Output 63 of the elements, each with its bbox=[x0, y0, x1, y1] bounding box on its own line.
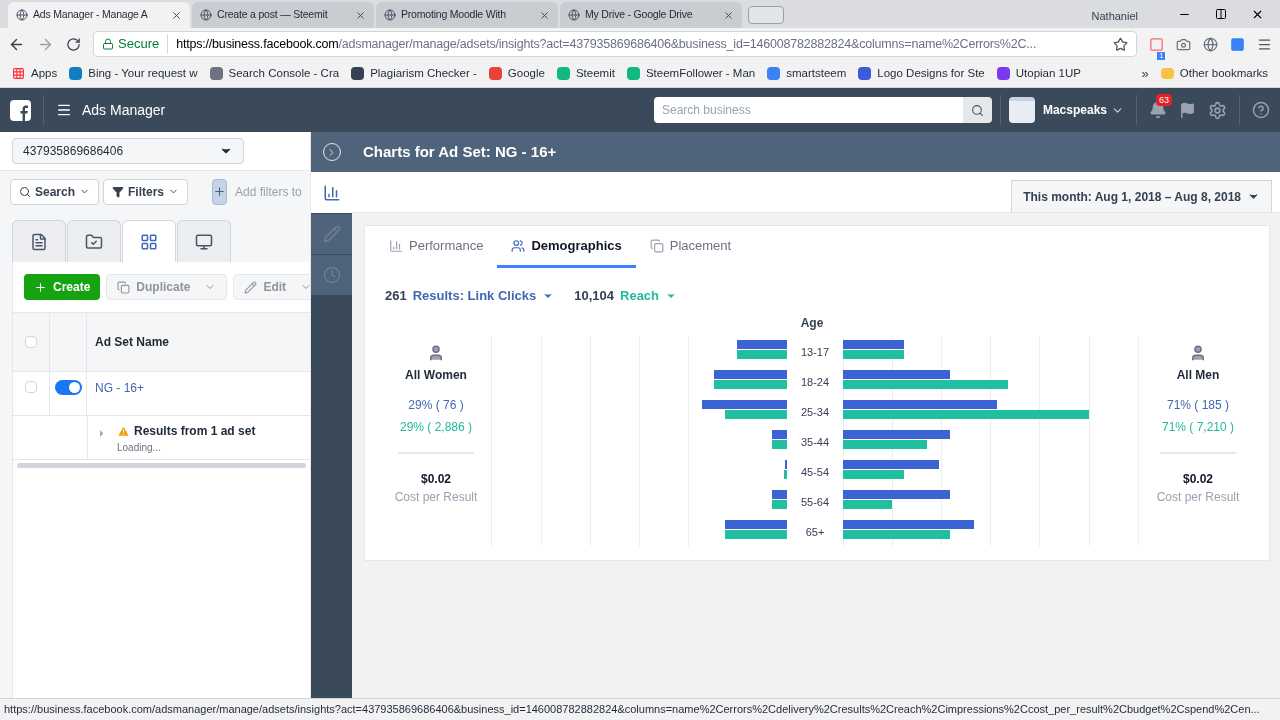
tab-title: Create a post — Steemit bbox=[217, 7, 329, 23]
age-label: 18-24 bbox=[800, 375, 830, 391]
secure-label: Secure bbox=[118, 34, 169, 54]
bookmark[interactable]: Logo Designs for Ste bbox=[858, 64, 985, 83]
age-label: 45-54 bbox=[800, 465, 830, 481]
bookmark[interactable]: Steemit bbox=[556, 64, 615, 83]
bookmark[interactable]: SteemFollower - Man bbox=[626, 64, 756, 83]
bookmark[interactable]: Google bbox=[488, 64, 545, 83]
browser-tab[interactable]: Promoting Moodle With bbox=[376, 2, 558, 28]
age-label: 13-17 bbox=[800, 345, 830, 361]
ad-set-link[interactable]: NG - 16+ bbox=[87, 372, 145, 415]
results-share: 71% ( 185 ) bbox=[1166, 396, 1229, 414]
chart-tab[interactable]: Placement bbox=[635, 226, 746, 268]
bookmark[interactable]: Utopian 1UP bbox=[996, 64, 1081, 83]
profile-name[interactable]: Nathaniel bbox=[1091, 8, 1138, 25]
browser-tab[interactable]: My Drive - Google Drive bbox=[560, 2, 742, 28]
column-header[interactable]: Ad Set Name bbox=[87, 333, 170, 351]
gender-label: All Men bbox=[1176, 366, 1220, 384]
add-filters-field[interactable]: Add filters to bbox=[235, 182, 310, 201]
chart-tab[interactable]: Demographics bbox=[497, 226, 636, 268]
search-field[interactable]: Search business bbox=[653, 97, 963, 123]
notification-badge: 63 bbox=[1156, 94, 1172, 106]
reach-share: 71% ( 7,210 ) bbox=[1161, 418, 1234, 436]
chart-tab[interactable]: Performance bbox=[375, 226, 498, 268]
browser-tab[interactable]: Create a post — Steemit bbox=[192, 2, 374, 28]
search-button[interactable]: Search bbox=[10, 178, 100, 205]
gender-label: All Women bbox=[405, 366, 467, 384]
bookmark[interactable]: Apps bbox=[12, 64, 58, 83]
results-metric[interactable]: 261 Results: Link Clicks bbox=[385, 286, 555, 306]
cost-label: Cost per Result bbox=[394, 488, 478, 506]
summary-title: Results from 1 ad set bbox=[134, 423, 256, 440]
extension-badge: 1 bbox=[1157, 51, 1166, 60]
browser-tab[interactable]: Ads Manager - Manage A bbox=[8, 2, 190, 28]
axis-title: Age bbox=[800, 314, 824, 332]
panel-title: Charts for Ad Set: NG - 16+ bbox=[363, 141, 557, 162]
bookmark[interactable]: Other bookmarks bbox=[1160, 64, 1268, 83]
bookmark[interactable]: Bing - Your request w bbox=[69, 64, 198, 83]
reach-share: 29% ( 2,886 ) bbox=[399, 418, 472, 436]
url-text: https://business.facebook.com/adsmanager/manage/adsets/insights?act=437935869686406&business_id=146008782882824&columns=name%2Cerrors%2C... bbox=[175, 35, 1037, 53]
more-bookmarks[interactable]: » bbox=[1141, 63, 1149, 84]
age-label: 55-64 bbox=[800, 495, 830, 511]
age-label: 25-34 bbox=[800, 405, 830, 421]
tab-title: My Drive - Google Drive bbox=[585, 7, 694, 23]
date-range-button[interactable]: This month: Aug 1, 2018 – Aug 8, 2018 bbox=[1011, 180, 1272, 212]
app-title: Ads Manager bbox=[82, 100, 166, 120]
address-field[interactable]: Secure https://business.facebook.com/adsmanager/manage/adsets/insights?act=437935869686406&business_id=146008782882824&columns=name%2Cerrors%2C... bbox=[93, 31, 1137, 57]
bookmark[interactable]: smartsteem bbox=[767, 64, 847, 83]
account-name[interactable]: Macspeaks bbox=[1042, 101, 1107, 119]
age-label: 65+ bbox=[805, 525, 825, 541]
cost-value: $0.02 bbox=[1183, 470, 1213, 488]
tab-title: Ads Manager - Manage A bbox=[33, 7, 149, 23]
results-share: 29% ( 76 ) bbox=[408, 396, 464, 414]
status-url: https://business.facebook.com/adsmanager/manage/adsets/insights?act=437935869686406&business_id=146008782882824&columns=name%2Cerrors%2Cdelivery%2Cresults%2Creach%2Cimpressions%2Ccost_per_result%2Cbudget%2Cspend%2Cen... bbox=[4, 702, 1260, 718]
cost-value: $0.02 bbox=[421, 470, 451, 488]
tab-title: Promoting Moodle With bbox=[401, 7, 507, 23]
reach-metric[interactable]: 10,104 Reach bbox=[574, 286, 678, 306]
loading-text: Loading... bbox=[117, 441, 162, 455]
cost-label: Cost per Result bbox=[1156, 488, 1240, 506]
filters-button[interactable]: Filters bbox=[103, 178, 189, 205]
bookmark[interactable]: Search Console - Cra bbox=[209, 64, 340, 83]
account-selector[interactable]: 437935869686406 bbox=[12, 138, 244, 164]
bookmark[interactable]: Plagiarism Checker - bbox=[351, 64, 477, 83]
age-label: 35-44 bbox=[800, 435, 830, 451]
